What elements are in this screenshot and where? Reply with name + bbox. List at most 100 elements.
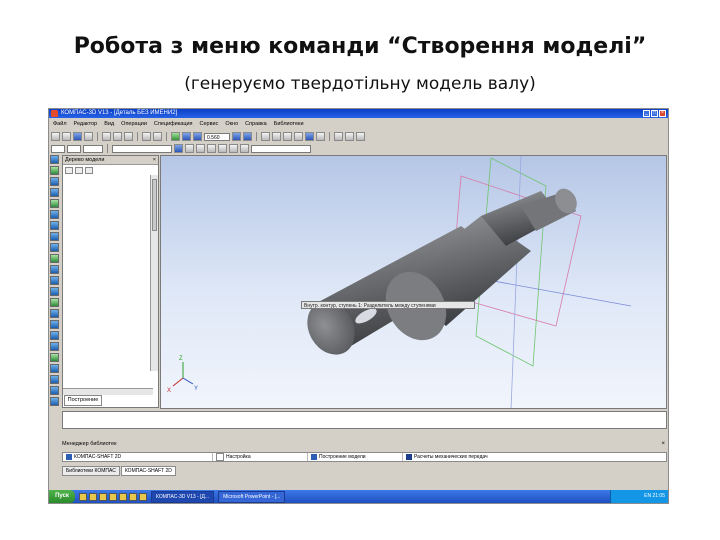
rib-icon[interactable] bbox=[50, 243, 59, 252]
model-viewport[interactable]: Z X Y Внутр. контур, ступень 1: Разделит… bbox=[160, 155, 667, 409]
language-indicator[interactable]: EN bbox=[644, 493, 651, 499]
print-icon[interactable] bbox=[84, 132, 93, 141]
menu-view[interactable]: Вид bbox=[104, 121, 114, 127]
tree-filter-icon[interactable] bbox=[75, 167, 83, 174]
excel-icon[interactable] bbox=[119, 492, 127, 501]
wireframe-icon[interactable] bbox=[261, 132, 270, 141]
zoom-out-icon[interactable] bbox=[193, 132, 202, 141]
measure-icon[interactable] bbox=[356, 132, 365, 141]
array-icon[interactable] bbox=[50, 254, 59, 263]
menu-editor[interactable]: Редактор bbox=[74, 121, 98, 127]
spec-icon[interactable] bbox=[50, 331, 59, 340]
rotate-icon[interactable] bbox=[243, 132, 252, 141]
cut-icon[interactable] bbox=[102, 132, 111, 141]
revolve-icon[interactable] bbox=[50, 188, 59, 197]
library-item-settings[interactable]: Настройка bbox=[213, 453, 308, 461]
explorer-icon[interactable] bbox=[89, 492, 97, 501]
settings-icon[interactable] bbox=[50, 397, 59, 406]
thread-icon[interactable] bbox=[50, 287, 59, 296]
sketch-icon[interactable] bbox=[50, 166, 59, 175]
grid-icon[interactable] bbox=[185, 144, 194, 153]
zoom-in-icon[interactable] bbox=[182, 132, 191, 141]
copy-icon[interactable] bbox=[113, 132, 122, 141]
ortho-icon[interactable] bbox=[207, 144, 216, 153]
snap-tangent-icon[interactable] bbox=[240, 144, 249, 153]
parameters-field[interactable] bbox=[112, 144, 172, 153]
model-tree-hscrollbar[interactable] bbox=[63, 388, 153, 395]
undo-icon[interactable] bbox=[142, 132, 151, 141]
tree-sort-icon[interactable] bbox=[85, 167, 93, 174]
minimize-icon[interactable]: _ bbox=[643, 110, 650, 117]
local-cs-icon[interactable] bbox=[196, 144, 205, 153]
shell-icon[interactable] bbox=[50, 232, 59, 241]
library-icon[interactable] bbox=[50, 375, 59, 384]
coordinate-field[interactable] bbox=[251, 144, 311, 153]
snap-center-icon[interactable] bbox=[229, 144, 238, 153]
maximize-icon[interactable]: □ bbox=[651, 110, 658, 117]
zoom-input[interactable]: 0.560 bbox=[204, 132, 230, 141]
surface-icon[interactable] bbox=[50, 298, 59, 307]
tab-kompas-shaft[interactable]: КОМПАС-SHAFT 2D bbox=[120, 466, 176, 476]
chamfer-icon[interactable] bbox=[50, 221, 59, 230]
menu-libraries[interactable]: Библиотеки bbox=[274, 121, 304, 127]
taskbar-item-powerpoint[interactable]: Microsoft PowerPoint - [... bbox=[218, 490, 286, 503]
sheet-metal-icon[interactable] bbox=[50, 364, 59, 373]
paste-icon[interactable] bbox=[124, 132, 133, 141]
aux-geometry-icon[interactable] bbox=[50, 199, 59, 208]
menu-operations[interactable]: Операции bbox=[121, 121, 147, 127]
open-file-icon[interactable] bbox=[62, 132, 71, 141]
tree-view-icon[interactable] bbox=[65, 167, 73, 174]
menu-service[interactable]: Сервис bbox=[200, 121, 219, 127]
refresh-icon[interactable] bbox=[171, 132, 180, 141]
menu-help[interactable]: Справка bbox=[245, 121, 267, 127]
thin-lines-icon[interactable] bbox=[283, 132, 292, 141]
menu-specification[interactable]: Спецификация bbox=[154, 121, 193, 127]
redo-icon[interactable] bbox=[153, 132, 162, 141]
scroll-thumb[interactable] bbox=[152, 179, 157, 231]
library-item-label: Настройка bbox=[226, 454, 251, 460]
media-icon[interactable] bbox=[99, 492, 107, 501]
section-icon[interactable] bbox=[345, 132, 354, 141]
hole-icon[interactable] bbox=[50, 276, 59, 285]
filter-icon[interactable] bbox=[50, 320, 59, 329]
library-item-gears[interactable]: Расчеты механических передач bbox=[403, 453, 563, 461]
style-select[interactable] bbox=[67, 144, 81, 153]
menu-file[interactable]: Файл bbox=[53, 121, 67, 127]
library-item-shaft[interactable]: КОМПАС-SHAFT 2D bbox=[63, 453, 213, 461]
mates-icon[interactable] bbox=[50, 353, 59, 362]
model-tree-header: Дерево модели × bbox=[63, 156, 158, 165]
pdf-icon[interactable] bbox=[129, 492, 137, 501]
close-icon[interactable]: × bbox=[661, 441, 665, 447]
perspective-icon[interactable] bbox=[316, 132, 325, 141]
properties-icon[interactable] bbox=[50, 386, 59, 395]
fillet-icon[interactable] bbox=[50, 210, 59, 219]
word-icon[interactable] bbox=[109, 492, 117, 501]
halftone-icon[interactable] bbox=[294, 132, 303, 141]
model-tree-scrollbar[interactable] bbox=[150, 175, 158, 371]
start-button[interactable]: Пуск bbox=[49, 490, 75, 503]
close-icon[interactable]: × bbox=[153, 156, 156, 165]
close-icon[interactable]: × bbox=[659, 110, 666, 117]
measure-tool-icon[interactable] bbox=[50, 309, 59, 318]
hidden-lines-icon[interactable] bbox=[272, 132, 281, 141]
view-orientation-icon[interactable] bbox=[334, 132, 343, 141]
snap-icon[interactable] bbox=[174, 144, 183, 153]
layer-select[interactable] bbox=[51, 144, 65, 153]
kompas-icon[interactable] bbox=[139, 492, 147, 501]
tab-kompas-libraries[interactable]: Библиотеки КОМПАС bbox=[62, 466, 120, 476]
pan-icon[interactable] bbox=[232, 132, 241, 141]
filter-select[interactable] bbox=[83, 144, 103, 153]
library-item-build[interactable]: Построение модели bbox=[308, 453, 403, 461]
tab-construction[interactable]: Построение bbox=[64, 395, 102, 406]
browser-icon[interactable] bbox=[79, 492, 87, 501]
save-icon[interactable] bbox=[73, 132, 82, 141]
extrude-icon[interactable] bbox=[50, 177, 59, 186]
edit-operations-icon[interactable] bbox=[50, 155, 59, 164]
shaded-icon[interactable] bbox=[305, 132, 314, 141]
mirror-icon[interactable] bbox=[50, 265, 59, 274]
new-file-icon[interactable] bbox=[51, 132, 60, 141]
snap-point-icon[interactable] bbox=[218, 144, 227, 153]
menu-window[interactable]: Окно bbox=[225, 121, 238, 127]
report-icon[interactable] bbox=[50, 342, 59, 351]
taskbar-item-kompas[interactable]: КОМПАС-3D V13 - [Д... bbox=[151, 490, 215, 503]
